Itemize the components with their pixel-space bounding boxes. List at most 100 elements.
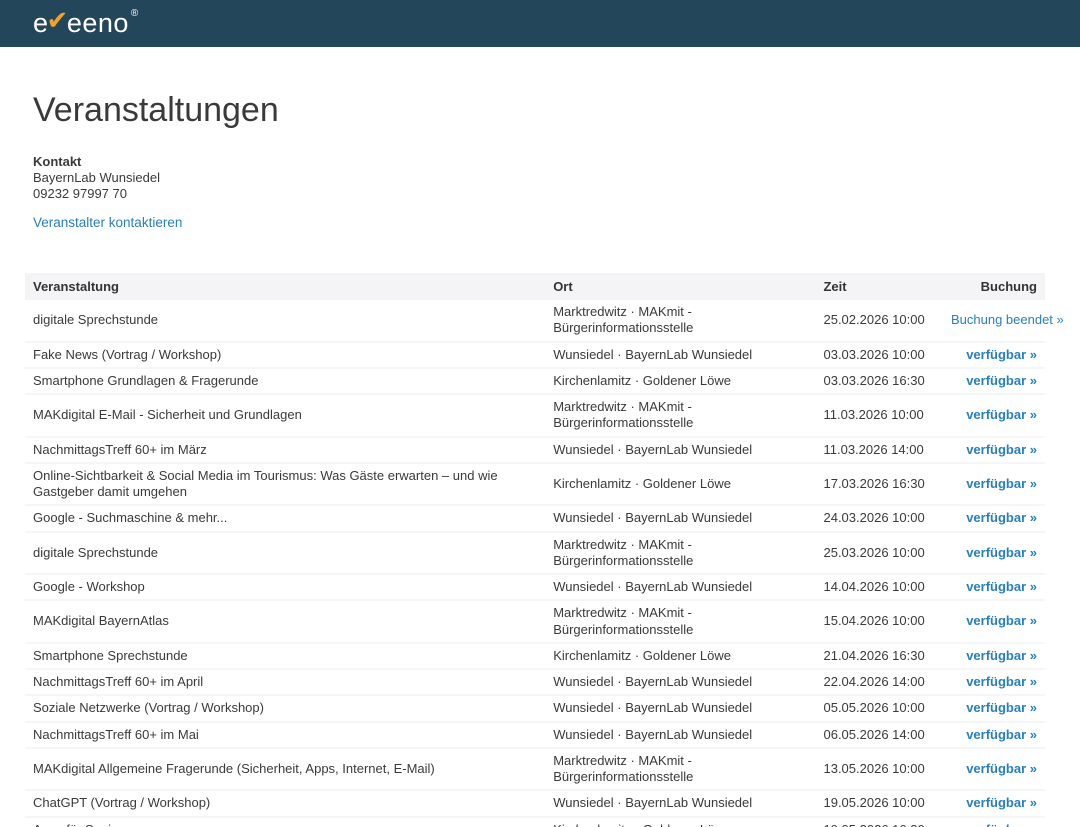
event-location: Wunsiedel · BayernLab Wunsiedel xyxy=(545,505,815,531)
event-row[interactable]: Google - Workshop Wunsiedel · BayernLab … xyxy=(25,574,1045,600)
event-datetime: 06.05.2026 14:00 xyxy=(815,722,943,748)
event-datetime: 25.03.2026 10:00 xyxy=(815,532,943,575)
event-row[interactable]: digitale Sprechstunde Marktredwitz · MAK… xyxy=(25,532,1045,575)
event-title: Fake News (Vortrag / Workshop) xyxy=(25,342,545,368)
event-datetime: 03.03.2026 10:00 xyxy=(815,342,943,368)
booking-link[interactable]: verfügbar » xyxy=(966,373,1037,388)
column-header-buchung: Buchung xyxy=(943,273,1045,300)
event-datetime: 19.05.2026 10:00 xyxy=(815,790,943,816)
booking-link[interactable]: verfügbar » xyxy=(966,761,1037,776)
event-datetime: 05.05.2026 10:00 xyxy=(815,695,943,721)
contact-phone: 09232 97997 70 xyxy=(33,186,1045,202)
event-datetime: 13.05.2026 10:00 xyxy=(815,748,943,791)
booking-link[interactable]: verfügbar » xyxy=(966,347,1037,362)
event-datetime: 03.03.2026 16:30 xyxy=(815,368,943,394)
page-content: Veranstaltungen Kontakt BayernLab Wunsie… xyxy=(0,91,1080,827)
booking-link[interactable]: verfügbar » xyxy=(966,674,1037,689)
event-row[interactable]: MAKdigital BayernAtlas Marktredwitz · MA… xyxy=(25,600,1045,643)
event-datetime: 25.02.2026 10:00 xyxy=(815,300,943,342)
event-title: Smartphone Sprechstunde xyxy=(25,643,545,669)
event-row[interactable]: NachmittagsTreff 60+ im Mai Wunsiedel · … xyxy=(25,722,1045,748)
event-row[interactable]: NachmittagsTreff 60+ im April Wunsiedel … xyxy=(25,669,1045,695)
booking-link[interactable]: verfügbar » xyxy=(966,613,1037,628)
booking-link[interactable]: verfügbar » xyxy=(966,407,1037,422)
eveeno-logo[interactable]: e✔eeno® xyxy=(33,10,139,37)
event-datetime: 17.03.2026 16:30 xyxy=(815,463,943,506)
booking-link[interactable]: verfügbar » xyxy=(966,822,1037,827)
event-title: Google - Workshop xyxy=(25,574,545,600)
event-datetime: 14.04.2026 10:00 xyxy=(815,574,943,600)
event-title: Soziale Netzwerke (Vortrag / Workshop) xyxy=(25,695,545,721)
contact-heading: Kontakt xyxy=(33,154,1045,170)
booking-link[interactable]: Buchung beendet » xyxy=(951,312,1064,327)
event-location: Wunsiedel · BayernLab Wunsiedel xyxy=(545,695,815,721)
event-title: NachmittagsTreff 60+ im März xyxy=(25,437,545,463)
events-table: Veranstaltung Ort Zeit Buchung digitale … xyxy=(25,273,1045,827)
contact-organizer-name: BayernLab Wunsiedel xyxy=(33,170,1045,186)
event-datetime: 15.04.2026 10:00 xyxy=(815,600,943,643)
registered-trademark-symbol: ® xyxy=(131,9,139,19)
top-bar: e✔eeno® xyxy=(0,0,1080,47)
event-title: MAKdigital BayernAtlas xyxy=(25,600,545,643)
event-row[interactable]: Apps für Senioren Kirchenlamitz · Golden… xyxy=(25,817,1045,827)
contact-block: Kontakt BayernLab Wunsiedel 09232 97997 … xyxy=(33,154,1045,202)
event-row[interactable]: Smartphone Grundlagen & Fragerunde Kirch… xyxy=(25,368,1045,394)
event-title: digitale Sprechstunde xyxy=(25,300,545,342)
event-title: NachmittagsTreff 60+ im April xyxy=(25,669,545,695)
event-title: ChatGPT (Vortrag / Workshop) xyxy=(25,790,545,816)
event-location: Wunsiedel · BayernLab Wunsiedel xyxy=(545,437,815,463)
contact-organizer-link[interactable]: Veranstalter kontaktieren xyxy=(33,215,182,230)
event-datetime: 11.03.2026 14:00 xyxy=(815,437,943,463)
event-datetime: 22.04.2026 14:00 xyxy=(815,669,943,695)
event-row[interactable]: MAKdigital Allgemeine Fragerunde (Sicher… xyxy=(25,748,1045,791)
event-location: Wunsiedel · BayernLab Wunsiedel xyxy=(545,669,815,695)
event-title: NachmittagsTreff 60+ im Mai xyxy=(25,722,545,748)
booking-link[interactable]: verfügbar » xyxy=(966,700,1037,715)
event-row[interactable]: Smartphone Sprechstunde Kirchenlamitz · … xyxy=(25,643,1045,669)
event-datetime: 24.03.2026 10:00 xyxy=(815,505,943,531)
event-location: Wunsiedel · BayernLab Wunsiedel xyxy=(545,574,815,600)
event-location: Wunsiedel · BayernLab Wunsiedel xyxy=(545,722,815,748)
event-datetime: 11.03.2026 10:00 xyxy=(815,394,943,437)
table-header-row: Veranstaltung Ort Zeit Buchung xyxy=(25,273,1045,300)
event-location: Kirchenlamitz · Goldener Löwe xyxy=(545,643,815,669)
event-title: Smartphone Grundlagen & Fragerunde xyxy=(25,368,545,394)
event-title: digitale Sprechstunde xyxy=(25,532,545,575)
event-title: MAKdigital Allgemeine Fragerunde (Sicher… xyxy=(25,748,545,791)
event-row[interactable]: Online-Sichtbarkeit & Social Media im To… xyxy=(25,463,1045,506)
event-row[interactable]: Fake News (Vortrag / Workshop) Wunsiedel… xyxy=(25,342,1045,368)
event-datetime: 19.05.2026 16:30 xyxy=(815,817,943,827)
booking-link[interactable]: verfügbar » xyxy=(966,510,1037,525)
event-row[interactable]: Google - Suchmaschine & mehr... Wunsiede… xyxy=(25,505,1045,531)
event-location: Marktredwitz · MAKmit - Bürgerinformatio… xyxy=(545,600,815,643)
event-row[interactable]: NachmittagsTreff 60+ im März Wunsiedel ·… xyxy=(25,437,1045,463)
booking-link[interactable]: verfügbar » xyxy=(966,545,1037,560)
booking-link[interactable]: verfügbar » xyxy=(966,795,1037,810)
column-header-ort: Ort xyxy=(545,273,815,300)
event-datetime: 21.04.2026 16:30 xyxy=(815,643,943,669)
event-location: Marktredwitz · MAKmit - Bürgerinformatio… xyxy=(545,300,815,342)
booking-link[interactable]: verfügbar » xyxy=(966,579,1037,594)
column-header-veranstaltung: Veranstaltung xyxy=(25,273,545,300)
booking-link[interactable]: verfügbar » xyxy=(966,476,1037,491)
event-location: Kirchenlamitz · Goldener Löwe xyxy=(545,463,815,506)
event-location: Kirchenlamitz · Goldener Löwe xyxy=(545,368,815,394)
event-location: Marktredwitz · MAKmit - Bürgerinformatio… xyxy=(545,532,815,575)
event-title: MAKdigital E-Mail - Sicherheit und Grund… xyxy=(25,394,545,437)
event-location: Wunsiedel · BayernLab Wunsiedel xyxy=(545,342,815,368)
event-title: Google - Suchmaschine & mehr... xyxy=(25,505,545,531)
event-title: Online-Sichtbarkeit & Social Media im To… xyxy=(25,463,545,506)
event-row[interactable]: digitale Sprechstunde Marktredwitz · MAK… xyxy=(25,300,1045,342)
event-title: Apps für Senioren xyxy=(25,817,545,827)
page-title: Veranstaltungen xyxy=(33,91,1045,130)
booking-link[interactable]: verfügbar » xyxy=(966,727,1037,742)
event-row[interactable]: MAKdigital E-Mail - Sicherheit und Grund… xyxy=(25,394,1045,437)
event-row[interactable]: ChatGPT (Vortrag / Workshop) Wunsiedel ·… xyxy=(25,790,1045,816)
booking-link[interactable]: verfügbar » xyxy=(966,648,1037,663)
event-row[interactable]: Soziale Netzwerke (Vortrag / Workshop) W… xyxy=(25,695,1045,721)
booking-link[interactable]: verfügbar » xyxy=(966,442,1037,457)
column-header-zeit: Zeit xyxy=(815,273,943,300)
checkmark-icon: ✔ xyxy=(47,7,69,33)
event-location: Wunsiedel · BayernLab Wunsiedel xyxy=(545,790,815,816)
logo-text-rest: eeno xyxy=(67,10,129,37)
